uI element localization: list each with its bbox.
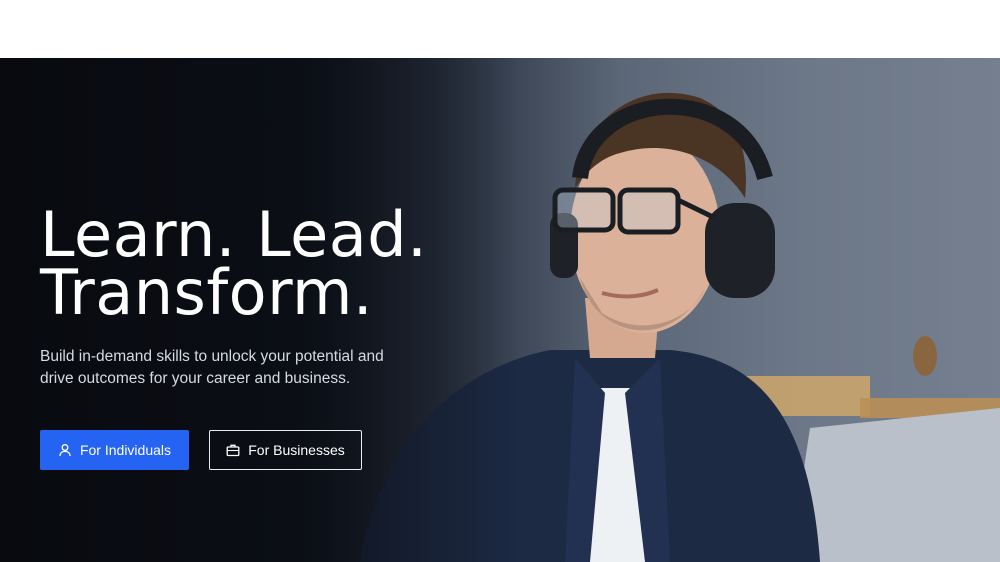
hero-content: Learn. Lead. Transform. Build in-demand …: [40, 204, 460, 470]
hero-subtext: Build in-demand skills to unlock your po…: [40, 348, 384, 387]
user-icon: [58, 443, 72, 457]
headline-line-2: Transform.: [40, 256, 374, 329]
briefcase-icon: [226, 443, 240, 457]
for-businesses-label: For Businesses: [248, 442, 345, 458]
for-businesses-button[interactable]: For Businesses: [209, 430, 362, 470]
hero-headline: Learn. Lead. Transform.: [40, 204, 460, 329]
top-navigation-bar: [0, 0, 1000, 58]
hero-banner: Learn. Lead. Transform. Build in-demand …: [0, 58, 1000, 562]
for-individuals-button[interactable]: For Individuals: [40, 430, 189, 470]
for-individuals-label: For Individuals: [79, 442, 172, 458]
hero-buttons: For Individuals For Businesses: [40, 430, 460, 470]
